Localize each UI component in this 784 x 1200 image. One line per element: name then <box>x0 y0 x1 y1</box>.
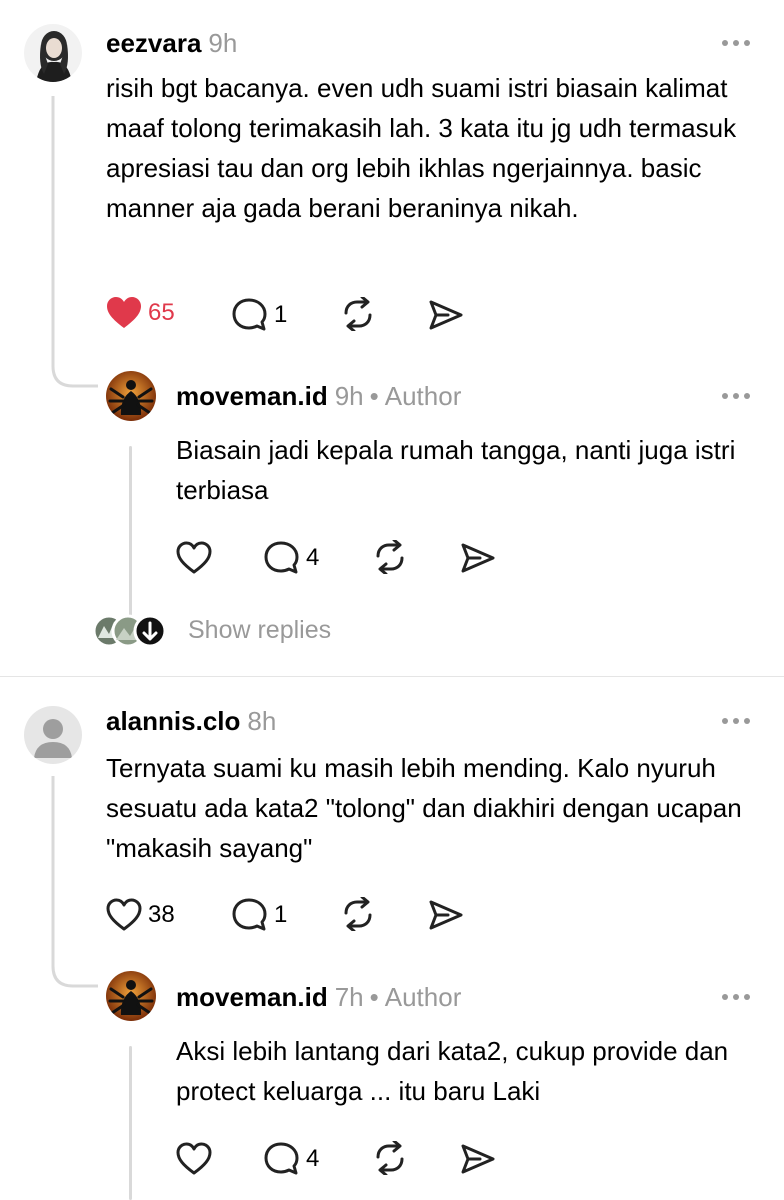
avatar-eezvara[interactable] <box>24 24 82 82</box>
share-button[interactable] <box>428 298 464 332</box>
heart-icon <box>106 898 142 931</box>
reply-count: 4 <box>306 544 320 571</box>
comment-text: risih bgt bacanya. even udh suami istri … <box>106 73 737 223</box>
share-button[interactable] <box>460 1142 496 1176</box>
like-count: 65 <box>148 299 175 326</box>
reply-header: moveman.id 7h • Author <box>176 982 461 1012</box>
avatar-moveman[interactable] <box>106 971 156 1021</box>
reply-text: Aksi lebih lantang dari kata2, cukup pro… <box>176 1036 729 1106</box>
thread-line <box>129 1046 132 1200</box>
username[interactable]: moveman.id <box>176 381 328 411</box>
separator-dot: • <box>369 381 379 411</box>
avatar-alannis[interactable] <box>24 706 82 764</box>
thread-line <box>129 446 132 618</box>
more-button[interactable] <box>722 393 750 401</box>
reply-header: moveman.id 9h • Author <box>176 381 461 411</box>
comment-icon <box>232 898 267 931</box>
like-button[interactable] <box>176 541 212 575</box>
reply-button[interactable]: 1 <box>232 898 287 932</box>
more-button[interactable] <box>722 40 750 48</box>
heart-icon <box>176 1142 212 1175</box>
author-tag: Author <box>384 381 462 411</box>
comment-header: eezvara 9h <box>106 28 237 58</box>
divider <box>0 676 784 677</box>
repost-icon <box>376 1141 404 1175</box>
repost-button[interactable] <box>372 1141 408 1175</box>
thread-connector <box>51 96 98 388</box>
avatar-photo <box>106 971 156 1021</box>
share-button[interactable] <box>428 898 464 932</box>
send-icon <box>461 1144 495 1174</box>
username[interactable]: eezvara <box>106 28 201 58</box>
timestamp: 7h <box>334 982 364 1012</box>
separator-dot: • <box>369 982 379 1012</box>
repost-button[interactable] <box>340 897 376 931</box>
send-icon <box>461 543 495 573</box>
heart-icon <box>176 541 212 574</box>
stacked-avatars <box>92 614 167 648</box>
timestamp: 9h <box>208 28 238 58</box>
repost-button[interactable] <box>340 297 376 331</box>
show-replies-link[interactable]: Show replies <box>188 616 331 645</box>
reply-button[interactable]: 4 <box>264 541 319 575</box>
reply-button[interactable]: 4 <box>264 1142 319 1176</box>
avatar-photo <box>24 24 82 82</box>
repost-icon <box>344 297 372 331</box>
reply-count: 4 <box>306 1145 320 1172</box>
like-button[interactable] <box>176 1142 212 1176</box>
like-button[interactable]: 38 <box>106 898 175 932</box>
timestamp: 9h <box>334 381 364 411</box>
thread-connector <box>51 776 98 988</box>
like-button[interactable]: 65 <box>106 296 175 330</box>
username[interactable]: alannis.clo <box>106 706 240 736</box>
comment-icon <box>264 541 299 574</box>
comment-icon <box>264 1142 299 1175</box>
more-button[interactable] <box>722 718 750 726</box>
comment-text: Ternyata suami ku masih lebih mending. K… <box>106 753 742 863</box>
timestamp: 8h <box>247 706 277 736</box>
avatar-moveman[interactable] <box>106 371 156 421</box>
avatar-photo <box>106 371 156 421</box>
heart-icon <box>107 297 141 328</box>
comment-icon <box>232 298 267 331</box>
repost-icon <box>376 540 404 574</box>
comment-header: alannis.clo 8h <box>106 706 276 736</box>
reply-count: 1 <box>274 901 288 928</box>
more-button[interactable] <box>722 994 750 1002</box>
send-icon <box>429 900 463 930</box>
author-tag: Author <box>384 982 462 1012</box>
more-icon-dot <box>722 40 728 46</box>
reply-count: 1 <box>274 301 288 328</box>
reply-text: Biasain jadi kepala rumah tangga, nanti … <box>176 435 736 505</box>
username[interactable]: moveman.id <box>176 982 328 1012</box>
repost-icon <box>344 897 372 931</box>
reply-button[interactable]: 1 <box>232 298 287 332</box>
share-button[interactable] <box>460 541 496 575</box>
like-count: 38 <box>148 901 175 928</box>
reply-avatars[interactable] <box>92 614 170 648</box>
send-icon <box>429 300 463 330</box>
repost-button[interactable] <box>372 540 408 574</box>
default-avatar-icon <box>24 706 82 764</box>
